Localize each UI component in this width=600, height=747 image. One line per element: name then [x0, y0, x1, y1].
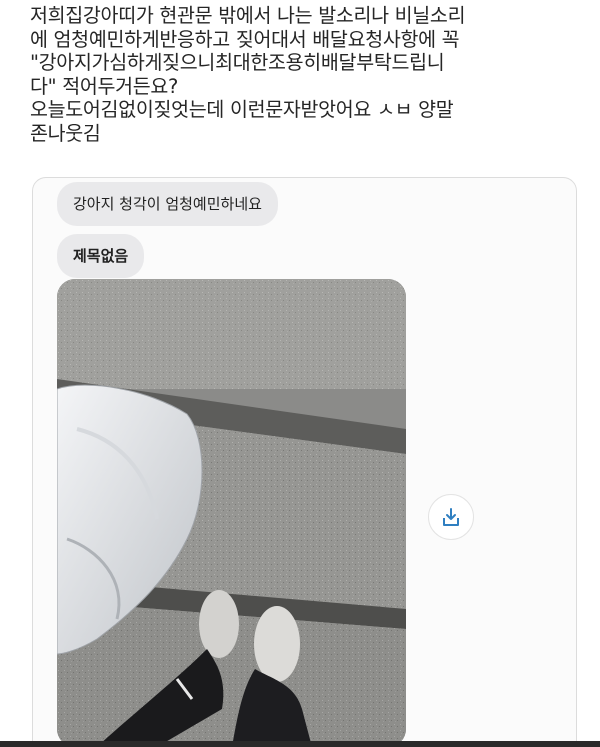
post-line: 존나웃김	[30, 121, 101, 145]
post-line: 에 엄청예민하게반응하고 짖어대서 배달요청사항에 꼭	[30, 27, 460, 51]
post-line: 다" 적어두거든요?	[30, 74, 179, 98]
post-line: "강아지가심하게짖으니최대한조용히배달부탁드립니	[30, 51, 445, 74]
bottom-bar	[0, 741, 600, 747]
photo-stairs-with-socks	[57, 279, 406, 747]
post-line: 저희집강아띠가 현관문 밖에서 나는 발소리나 비닐소리	[30, 4, 466, 27]
post-body: 저희집강아띠가 현관문 밖에서 나는 발소리나 비닐소리 에 엄청예민하게반응하…	[30, 4, 590, 145]
save-image-button[interactable]	[428, 494, 474, 540]
message-subject-bubble: 제목없음	[57, 234, 145, 278]
message-bubble: 강아지 청각이 엄청예민하네요	[57, 182, 278, 226]
post-line: 오늘도어김없이짖엇는데 이런문자받앗어요 ㅅㅂ 양말	[30, 98, 454, 121]
download-icon	[443, 508, 459, 526]
attached-photo[interactable]	[57, 279, 406, 747]
